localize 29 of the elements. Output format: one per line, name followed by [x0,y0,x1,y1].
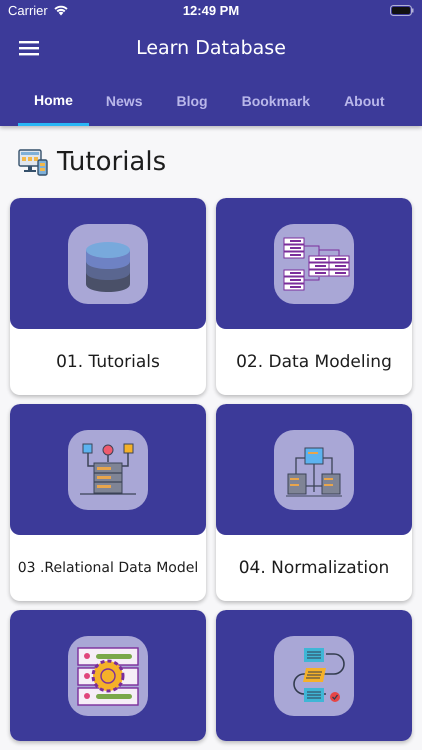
card-title: 04. Normalization [238,558,390,578]
tutorial-card[interactable]: 02. Data Modeling [216,198,412,395]
card-title: 02. Data Modeling [236,352,392,372]
wifi-icon [52,4,69,16]
server-network-icon [274,430,354,510]
tutorial-card[interactable]: 04. Normalization [216,404,412,601]
tutorial-card[interactable] [10,610,206,741]
nav-tab[interactable]: Bookmark [224,76,328,126]
tutorial-card[interactable]: 03 .Relational Data Model [10,404,206,601]
nav-tab[interactable]: News [88,76,160,126]
card-title: 03 .Relational Data Model [18,560,198,576]
section-title: Tutorials [57,147,166,177]
database-icon [68,224,148,304]
server-diagram-icon [274,224,354,304]
nav-tab[interactable]: Blog [159,76,225,126]
app-title: Learn Database [136,37,286,59]
menu-icon[interactable] [19,40,39,56]
status-time: 12:49 PM [182,2,240,18]
flowchart-icon [274,636,354,716]
server-network-icon [68,430,148,510]
card-title: 01. Tutorials [56,352,160,372]
battery-icon [390,4,414,16]
monitor-icon [18,148,48,176]
carrier-label: Carrier [8,2,48,18]
server-gear-icon [68,636,148,716]
tutorial-card[interactable] [216,610,412,741]
tutorial-card[interactable]: 01. Tutorials [10,198,206,395]
nav-tab[interactable]: Home [18,76,89,126]
nav-tab[interactable]: About [327,76,402,126]
